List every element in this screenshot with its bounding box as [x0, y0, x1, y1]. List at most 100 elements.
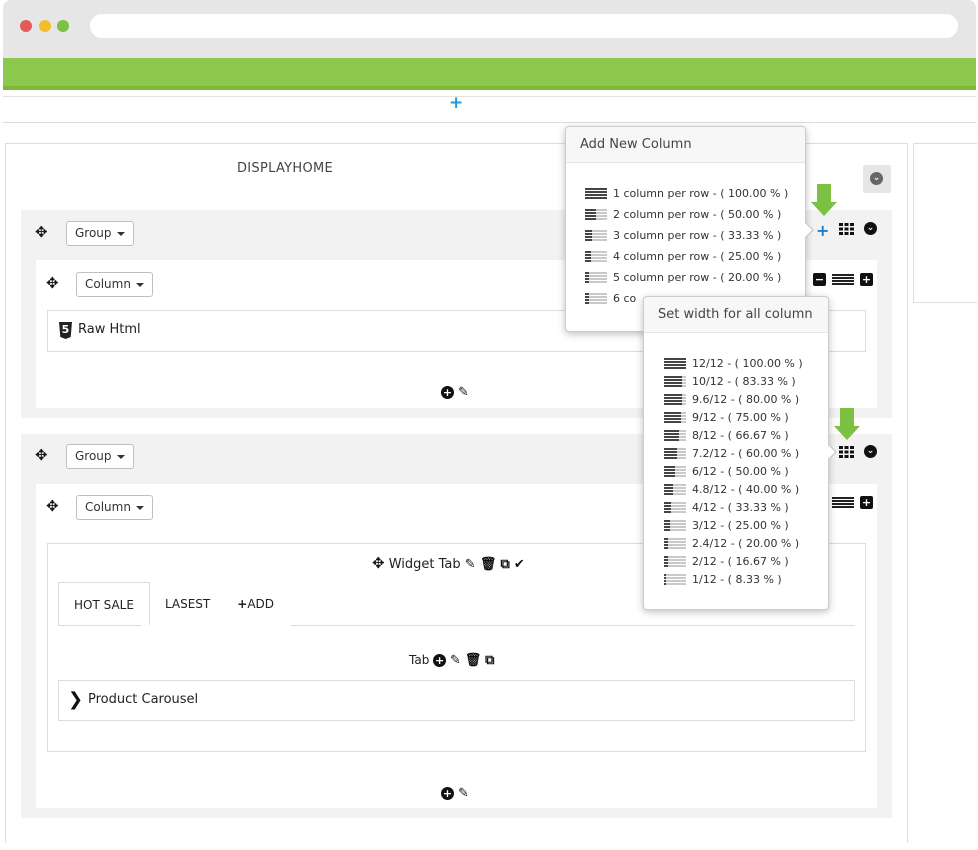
column-width-icon	[585, 271, 607, 284]
plus-square-icon[interactable]: +	[860, 496, 873, 509]
edit-icon[interactable]: ✎	[450, 653, 461, 668]
tab-bar: HOT SALE LASEST +ADD	[58, 582, 289, 626]
tab-lasest[interactable]: LASEST	[150, 582, 225, 626]
move-icon[interactable]: ✥	[46, 274, 59, 292]
tab-divider-gap	[141, 625, 291, 626]
popover-arrow	[805, 222, 814, 238]
move-icon[interactable]: ✥	[35, 446, 48, 464]
close-window-dot[interactable]	[20, 20, 32, 32]
grid-icon[interactable]	[839, 446, 854, 458]
column-width-icon	[585, 250, 607, 263]
maximize-window-dot[interactable]	[57, 20, 69, 32]
width-option-label: 3/12 - ( 25.00 % )	[692, 519, 789, 532]
width-option[interactable]: 1 column per row - ( 100.00 % )	[585, 183, 805, 204]
width-option-label: 12/12 - ( 100.00 % )	[692, 357, 803, 370]
column-dropdown-label: Column	[85, 277, 131, 291]
column-width-icon	[664, 448, 686, 460]
column-width-icon	[585, 187, 607, 200]
width-option-label: 1 column per row - ( 100.00 % )	[613, 187, 789, 200]
pencil-icon[interactable]: ✎	[458, 385, 469, 400]
product-carousel-label[interactable]: Product Carousel	[88, 692, 198, 707]
width-option-label: 10/12 - ( 83.33 % )	[692, 375, 796, 388]
width-option-label: 6/12 - ( 50.00 % )	[692, 465, 789, 478]
width-option[interactable]: 9/12 - ( 75.00 % )	[664, 409, 828, 427]
column-width-icon	[664, 574, 686, 586]
column-dropdown-button[interactable]: Column	[76, 272, 153, 297]
group-dropdown-label: Group	[75, 449, 112, 463]
add-column-options: 1 column per row - ( 100.00 % ) 2 column …	[566, 163, 805, 309]
add-circle-icon[interactable]: +	[433, 654, 447, 667]
column-width-icon[interactable]	[832, 274, 854, 286]
widget-label[interactable]: Raw Html	[78, 322, 141, 337]
group-dropdown-button[interactable]: Group	[66, 221, 134, 246]
edit-icon[interactable]: ✎	[465, 557, 476, 572]
chevron-down-circle-icon[interactable]: ⌄	[864, 222, 877, 235]
popover-arrow	[828, 444, 837, 460]
width-option[interactable]: 9.6/12 - ( 80.00 % )	[664, 391, 828, 409]
add-circle-icon[interactable]: +	[441, 787, 454, 800]
width-option[interactable]: 3/12 - ( 25.00 % )	[664, 517, 828, 535]
add-circle-icon[interactable]: +	[441, 386, 454, 399]
plus-square-icon[interactable]: +	[860, 273, 873, 286]
trash-icon[interactable]: 🗑	[465, 653, 482, 668]
trash-icon[interactable]: 🗑	[480, 557, 497, 572]
column-dropdown-button[interactable]: Column	[76, 495, 153, 520]
divider	[3, 96, 976, 97]
width-option-label: 7.2/12 - ( 60.00 % )	[692, 447, 800, 460]
width-option[interactable]: 10/12 - ( 83.33 % )	[664, 373, 828, 391]
width-option[interactable]: 4 column per row - ( 25.00 % )	[585, 246, 805, 267]
tab-label: Tab	[409, 653, 430, 667]
caret-down-icon	[116, 454, 125, 459]
add-column-plus-icon[interactable]: +	[816, 221, 829, 240]
move-icon[interactable]: ✥	[35, 223, 48, 241]
caret-down-icon	[135, 505, 144, 510]
add-tab-label: ADD	[247, 597, 275, 611]
hook-title: DISPLAYHOME	[236, 161, 334, 176]
width-option[interactable]: 8/12 - ( 66.67 % )	[664, 427, 828, 445]
move-icon[interactable]: ✥	[372, 554, 385, 572]
chevron-down-circle-icon: ⌄	[870, 172, 883, 185]
width-option-label: 1/12 - ( 8.33 % )	[692, 573, 782, 586]
set-width-popup-title: Set width for all column	[644, 297, 828, 333]
width-option[interactable]: 6/12 - ( 50.00 % )	[664, 463, 828, 481]
copy-icon[interactable]: ⧉	[485, 653, 494, 668]
width-option[interactable]: 5 column per row - ( 20.00 % )	[585, 267, 805, 288]
widget-tab-label: Widget Tab	[388, 557, 461, 572]
move-icon[interactable]: ✥	[46, 497, 59, 515]
tab-hot-sale[interactable]: HOT SALE	[58, 582, 150, 626]
column-width-icon	[664, 376, 686, 388]
check-icon[interactable]: ✔	[514, 557, 525, 572]
width-option[interactable]: 4.8/12 - ( 40.00 % )	[664, 481, 828, 499]
width-option[interactable]: 1/12 - ( 8.33 % )	[664, 571, 828, 589]
chevron-down-circle-icon[interactable]: ⌄	[864, 445, 877, 458]
width-option[interactable]: 3 column per row - ( 33.33 % )	[585, 225, 805, 246]
column-width-icon	[664, 466, 686, 478]
width-option[interactable]: 2.4/12 - ( 20.00 % )	[664, 535, 828, 553]
chevron-right-icon[interactable]: ❯	[68, 689, 83, 710]
width-option-label: 9/12 - ( 75.00 % )	[692, 411, 789, 424]
address-bar[interactable]	[90, 14, 958, 38]
width-option[interactable]: 2/12 - ( 16.67 % )	[664, 553, 828, 571]
column-width-icon	[585, 208, 607, 221]
add-tab-button[interactable]: +ADD	[225, 582, 289, 626]
set-width-popup: Set width for all column 12/12 - ( 100.0…	[643, 296, 829, 610]
column-width-icon	[585, 229, 607, 242]
width-option-label: 4/12 - ( 33.33 % )	[692, 501, 789, 514]
width-option[interactable]: 12/12 - ( 100.00 % )	[664, 355, 828, 373]
width-option-label: 8/12 - ( 66.67 % )	[692, 429, 789, 442]
minimize-window-dot[interactable]	[39, 20, 51, 32]
pencil-icon[interactable]: ✎	[458, 786, 469, 801]
group-dropdown-button[interactable]: Group	[66, 444, 134, 469]
width-option[interactable]: 2 column per row - ( 50.00 % )	[585, 204, 805, 225]
copy-icon[interactable]: ⧉	[500, 557, 509, 572]
widget-tab-header: ✥ Widget Tab ✎ 🗑 ⧉ ✔	[372, 554, 525, 572]
hook-toggle-button[interactable]: ⌄	[863, 165, 891, 193]
grid-icon[interactable]	[839, 223, 854, 235]
width-option[interactable]: 4/12 - ( 33.33 % )	[664, 499, 828, 517]
column-width-icon	[664, 538, 686, 550]
column-width-icon[interactable]	[832, 497, 854, 509]
width-option[interactable]: 7.2/12 - ( 60.00 % )	[664, 445, 828, 463]
green-arrow-down-icon	[834, 408, 860, 440]
add-hook-plus-icon[interactable]: +	[449, 93, 463, 113]
minus-square-icon[interactable]: −	[813, 273, 826, 286]
